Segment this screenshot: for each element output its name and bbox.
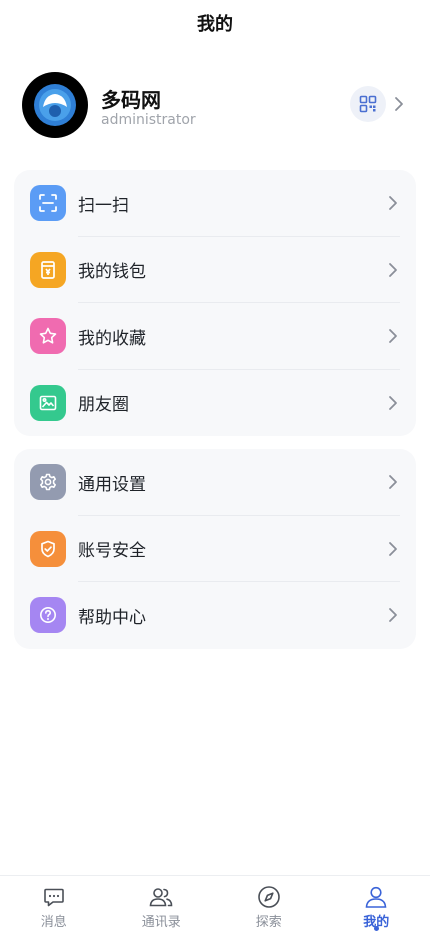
tab-explore[interactable]: 探索 — [215, 876, 323, 933]
tab-label: 消息 — [41, 911, 67, 930]
star-icon — [30, 318, 66, 354]
user-icon — [364, 885, 388, 909]
menu-item-wallet[interactable]: 我的钱包 — [14, 237, 416, 304]
page-title: 我的 — [197, 10, 233, 36]
chevron-right-icon — [386, 326, 400, 346]
chevron-right-icon — [386, 605, 400, 625]
chevron-right-icon — [386, 260, 400, 280]
chevron-right-icon — [386, 539, 400, 559]
chevron-right-icon — [386, 393, 400, 413]
contacts-icon — [148, 885, 174, 909]
menu-item-label: 我的收藏 — [78, 324, 146, 349]
help-icon — [30, 597, 66, 633]
tab-label: 探索 — [256, 911, 282, 930]
menu-item-account-security[interactable]: 账号安全 — [14, 516, 416, 583]
menu-item-favorites[interactable]: 我的收藏 — [14, 303, 416, 370]
menu-group-settings: 通用设置 账号安全 帮助中心 — [14, 449, 416, 649]
tab-contacts[interactable]: 通讯录 — [108, 876, 216, 933]
menu-item-moments[interactable]: 朋友圈 — [14, 370, 416, 437]
chevron-right-icon — [386, 193, 400, 213]
menu-group-tools: 扫一扫 我的钱包 我的收藏 朋友圈 — [14, 170, 416, 436]
menu-item-help-center[interactable]: 帮助中心 — [14, 582, 416, 649]
chat-icon — [42, 885, 66, 909]
chevron-right-icon — [386, 472, 400, 492]
menu-item-label: 扫一扫 — [78, 191, 129, 216]
scan-icon — [30, 185, 66, 221]
profile-role: administrator — [101, 112, 196, 128]
image-icon — [30, 385, 66, 421]
menu-item-label: 账号安全 — [78, 536, 146, 561]
active-tab-indicator — [374, 926, 379, 931]
menu-item-label: 帮助中心 — [78, 603, 146, 628]
tab-label: 通讯录 — [142, 911, 181, 930]
tab-messages[interactable]: 消息 — [0, 876, 108, 933]
tab-me[interactable]: 我的 — [323, 876, 430, 933]
menu-item-label: 通用设置 — [78, 470, 146, 495]
menu-item-general-settings[interactable]: 通用设置 — [14, 449, 416, 516]
qr-code-button[interactable] — [350, 86, 386, 122]
menu-item-scan[interactable]: 扫一扫 — [14, 170, 416, 237]
bottom-tab-bar: 消息 通讯录 探索 我的 — [0, 875, 430, 933]
page-header: 我的 — [0, 0, 430, 46]
menu-item-label: 我的钱包 — [78, 257, 146, 282]
avatar[interactable] — [22, 72, 88, 138]
chevron-right-icon[interactable] — [392, 93, 406, 115]
profile-card[interactable]: 多码网 administrator — [22, 72, 410, 138]
avatar-logo-icon — [31, 81, 79, 129]
qr-code-icon — [359, 95, 377, 113]
compass-icon — [257, 885, 281, 909]
gear-icon — [30, 464, 66, 500]
shield-icon — [30, 531, 66, 567]
profile-name: 多码网 — [101, 84, 161, 113]
wallet-icon — [30, 252, 66, 288]
menu-item-label: 朋友圈 — [78, 390, 129, 415]
